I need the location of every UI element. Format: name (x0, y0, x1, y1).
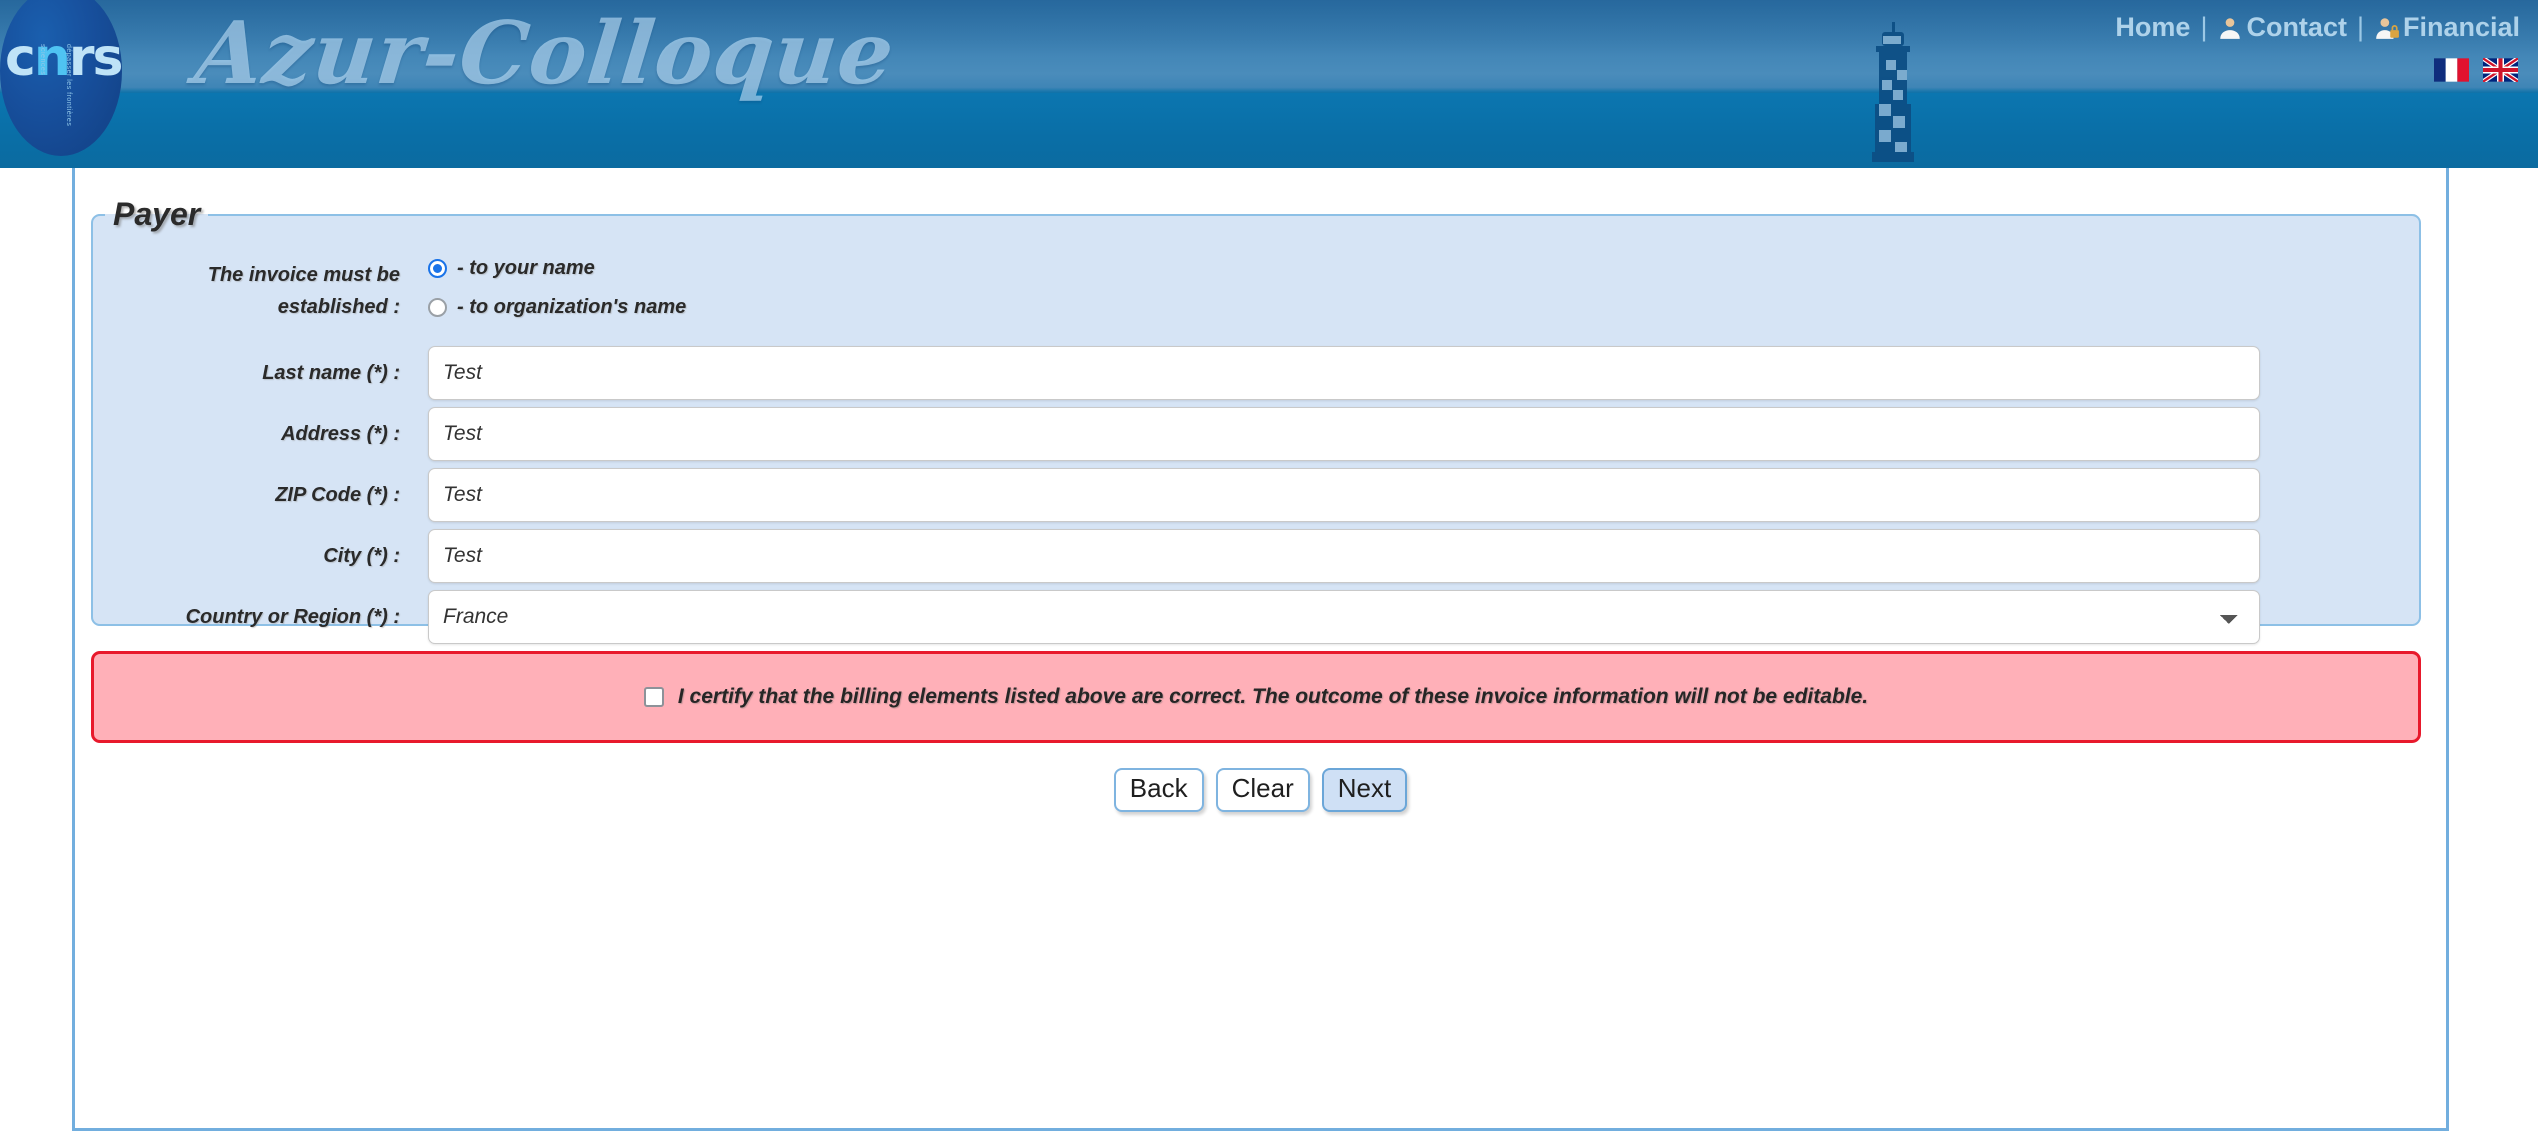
cnrs-logo-text: cnrs (5, 28, 122, 88)
certify-checkbox[interactable] (643, 687, 664, 707)
radio-organization-name-label: - to organization's name (457, 296, 687, 318)
user-icon (2220, 17, 2241, 39)
language-switcher (2434, 58, 2518, 82)
radio-organization-name-icon[interactable] (428, 298, 447, 317)
invoice-recipient-options: - to your name - to organization's name (428, 257, 2419, 319)
payer-fieldset: Payer The invoice must be established : … (91, 196, 2421, 644)
city-label: City (*) : (323, 544, 400, 567)
nav-financial-label: Financial (2402, 12, 2520, 42)
nav-contact-label: Contact (2246, 12, 2347, 42)
radio-option-organization-name[interactable]: - to organization's name (428, 296, 2419, 319)
payer-legend: Payer (113, 196, 201, 232)
last-name-label: Last name (*) : (262, 361, 400, 384)
flag-fr-icon[interactable] (2434, 58, 2469, 82)
clear-button[interactable]: Clear (1215, 768, 1310, 812)
certify-alert-box: I certify that the billing elements list… (91, 651, 2421, 743)
site-logo-title: Azur-Colloque (190, 3, 900, 104)
user-lock-icon (2376, 17, 2399, 39)
lighthouse-icon (1872, 22, 1914, 162)
address-input[interactable] (428, 406, 2260, 461)
invoice-recipient-row: The invoice must be established : - to y… (93, 257, 2419, 324)
invoice-recipient-label: The invoice must be established : (207, 264, 400, 319)
country-label: Country or Region (*) : (185, 605, 400, 628)
flag-en-icon[interactable] (2483, 58, 2518, 82)
last-name-input[interactable] (428, 345, 2260, 400)
radio-option-your-name[interactable]: - to your name (428, 257, 2419, 280)
cnrs-tagline-bottom: dépasser les frontières (65, 44, 72, 127)
form-row-last-name: Last name (*) : (93, 345, 2419, 400)
page-content-container: Payer The invoice must be established : … (72, 168, 2449, 1131)
sea-background (0, 93, 2538, 168)
radio-your-name-label: - to your name (457, 257, 595, 279)
address-label: Address (*) : (281, 422, 400, 445)
form-row-address: Address (*) : (93, 406, 2419, 461)
nav-home-label: Home (2115, 12, 2191, 42)
nav-separator-1: | (2200, 12, 2208, 42)
form-row-city: City (*) : (93, 528, 2419, 583)
site-header-banner: cnrs sciences dépasser les frontières Az… (0, 0, 2538, 168)
nav-link-home[interactable]: Home (2115, 12, 2190, 43)
nav-link-financial[interactable]: Financial (2374, 12, 2520, 43)
certify-text: I certify that the billing elements list… (677, 685, 1869, 708)
nav-link-contact[interactable]: Contact (2217, 12, 2347, 43)
back-button[interactable]: Back (1113, 768, 1204, 812)
city-input[interactable] (428, 528, 2260, 583)
form-row-zip-code: ZIP Code (*) : (93, 467, 2419, 522)
next-button[interactable]: Next (1321, 768, 1408, 812)
zip-code-input[interactable] (428, 467, 2260, 522)
zip-code-label: ZIP Code (*) : (275, 483, 400, 506)
top-navigation: Home | Contact | Financial (2115, 12, 2520, 43)
form-row-country: Country or Region (*) : France (93, 589, 2419, 644)
nav-separator-2: | (2356, 12, 2364, 42)
cnrs-tagline-top: sciences (39, 44, 46, 76)
country-select[interactable]: France (428, 589, 2260, 644)
radio-your-name-icon[interactable] (428, 259, 447, 278)
form-button-bar: Back Clear Next (75, 768, 2446, 812)
